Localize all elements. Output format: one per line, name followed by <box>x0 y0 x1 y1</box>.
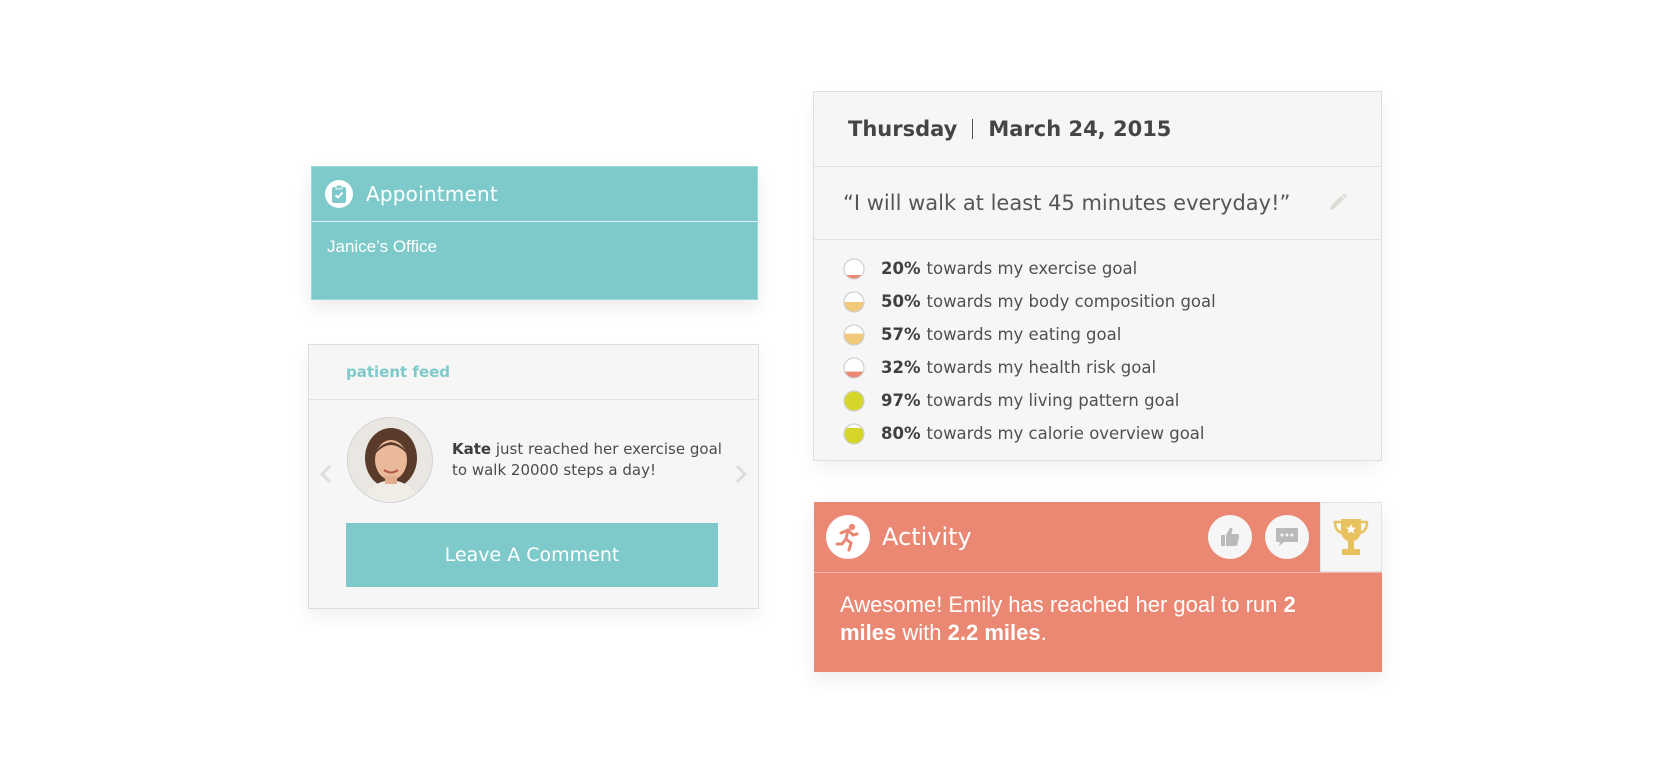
feed-post-author[interactable]: Kate <box>452 440 491 458</box>
feed-header: patient feed <box>309 345 758 400</box>
goal-label: towards my health risk goal <box>926 358 1157 377</box>
goal-quote-row: “I will walk at least 45 minutes everyda… <box>814 167 1381 240</box>
goal-item: 97% towards my living pattern goal <box>843 384 1381 417</box>
day-label: Thursday <box>848 117 958 141</box>
trophy-button[interactable] <box>1320 502 1382 572</box>
goal-label: towards my calorie overview goal <box>926 424 1205 443</box>
goal-progress-circle-icon <box>843 323 865 346</box>
like-button[interactable] <box>1208 515 1252 559</box>
patient-feed-card: patient feed Kate just reached her exerc… <box>308 344 759 609</box>
activity-message-end: . <box>1040 620 1047 645</box>
goal-percent: 57% <box>881 325 921 344</box>
goal-percent: 20% <box>881 259 921 278</box>
feed-post-text: Kate just reached her exercise goal to w… <box>452 439 722 481</box>
daily-goals-card: Thursday March 24, 2015 “I will walk at … <box>813 91 1382 461</box>
goal-progress-list: 20% towards my exercise goal 50% towards my… <box>814 240 1381 450</box>
goal-progress-circle-icon <box>843 257 865 280</box>
activity-message-mid: with <box>896 620 948 645</box>
goal-label: towards my eating goal <box>926 325 1122 344</box>
pencil-edit-icon[interactable] <box>1327 193 1349 213</box>
goal-progress-circle-icon <box>843 290 865 313</box>
goal-percent: 97% <box>881 391 921 410</box>
goal-item: 32% towards my health risk goal <box>843 351 1381 384</box>
speech-bubble-icon <box>1276 528 1298 546</box>
appointment-card[interactable]: Appointment Janice’s Office <box>311 166 758 300</box>
goal-percent: 50% <box>881 292 921 311</box>
activity-achieved: 2.2 miles <box>947 620 1041 645</box>
goal-quote: “I will walk at least 45 minutes everyda… <box>843 191 1291 215</box>
feed-post: Kate just reached her exercise goal to w… <box>309 417 758 505</box>
appointment-header: Appointment <box>312 167 757 222</box>
date-divider <box>972 119 974 139</box>
runner-icon <box>826 515 870 559</box>
goal-item: 80% towards my calorie overview goal <box>843 417 1381 450</box>
activity-title: Activity <box>882 523 972 551</box>
leave-comment-button[interactable]: Leave A Comment <box>346 523 718 587</box>
chevron-right-icon[interactable] <box>734 463 748 485</box>
clipboard-check-icon <box>325 180 353 208</box>
activity-message: Awesome! Emily has reached her goal to r… <box>814 572 1382 672</box>
appointment-location: Janice’s Office <box>327 237 437 256</box>
goal-label: towards my exercise goal <box>926 259 1138 278</box>
appointment-title: Appointment <box>366 182 498 206</box>
activity-card: Activity Awesome! Emily has reached her … <box>814 502 1382 672</box>
goal-percent: 80% <box>881 424 921 443</box>
activity-message-start: Awesome! Emily has reached her goal to r… <box>840 592 1284 617</box>
feed-post-body: just reached her exercise goal to walk 2… <box>452 440 722 479</box>
goal-progress-circle-icon <box>843 356 865 379</box>
goal-label: towards my body composition goal <box>926 292 1216 311</box>
goal-item: 20% towards my exercise goal <box>843 252 1381 285</box>
goal-progress-circle-icon <box>843 422 865 445</box>
feed-title: patient feed <box>346 363 451 381</box>
goal-label: towards my living pattern goal <box>926 391 1180 410</box>
date-label: March 24, 2015 <box>988 117 1172 141</box>
goal-percent: 32% <box>881 358 921 377</box>
goal-item: 57% towards my eating goal <box>843 318 1381 351</box>
chevron-left-icon[interactable] <box>319 463 333 485</box>
comment-button[interactable] <box>1265 515 1309 559</box>
date-header: Thursday March 24, 2015 <box>814 92 1381 167</box>
avatar[interactable] <box>347 417 433 503</box>
thumbs-up-icon <box>1221 527 1240 546</box>
goal-item: 50% towards my body composition goal <box>843 285 1381 318</box>
trophy-icon <box>1333 519 1369 555</box>
goal-progress-circle-icon <box>843 389 865 412</box>
